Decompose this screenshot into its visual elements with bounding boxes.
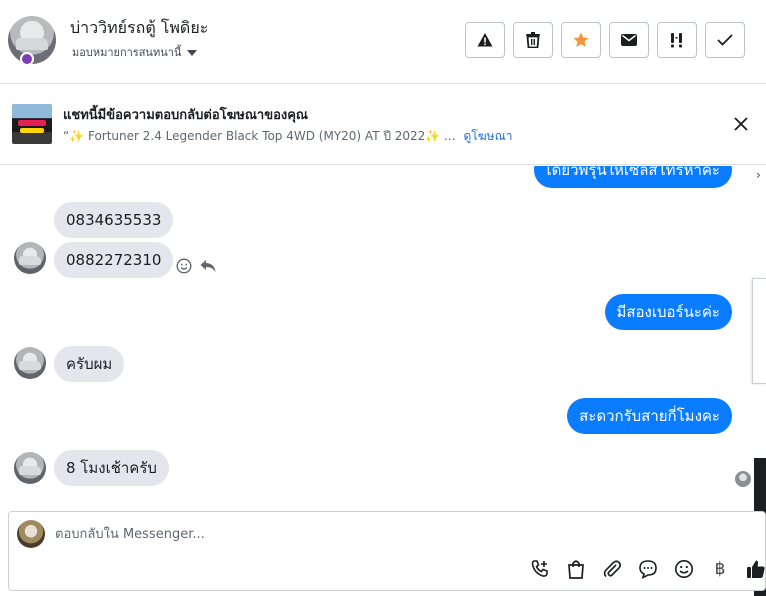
reply-input[interactable]: [55, 522, 655, 546]
conversation-header: บ่าววิทย์รถตู้ โพดิยะ มอบหมายการสนทนานี้: [0, 0, 766, 84]
star-icon: [573, 32, 589, 47]
baht-icon: ฿: [714, 559, 726, 579]
message-composer: ฿: [8, 511, 766, 591]
header-actions: [465, 22, 745, 58]
sender-avatar[interactable]: [14, 452, 46, 484]
ad-banner-title: แชทนี้มีข้อความตอบกลับต่อโฆษณาของคุณ: [63, 108, 308, 123]
ad-banner-subtitle-row: “✨ Fortuner 2.4 Legender Black Top 4WD (…: [63, 127, 512, 146]
view-ad-link[interactable]: ดูโฆษณา: [464, 127, 513, 146]
message-bubble-incoming[interactable]: 8 โมงเช้าครับ: [54, 450, 169, 486]
contact-name[interactable]: บ่าววิทย์รถตู้ โพดิยะ: [70, 17, 208, 39]
saved-reply-button[interactable]: [637, 558, 659, 580]
caret-down-icon: [187, 49, 198, 56]
reply-icon[interactable]: [200, 259, 216, 273]
side-panel-edge[interactable]: [752, 278, 766, 384]
important-icon: [671, 33, 682, 48]
chat-bubble-icon: [639, 560, 657, 579]
messenger-badge-icon: [20, 52, 34, 66]
phone-plus-icon: [531, 560, 548, 577]
seen-receipt-avatar: [735, 471, 751, 487]
message-bubble-outgoing[interactable]: มีสองเบอร์นะค่ะ: [604, 294, 732, 330]
shop-button[interactable]: [565, 558, 587, 580]
message-bubble-outgoing[interactable]: สะดวกรับสายกี่โมงคะ: [567, 398, 732, 434]
ad-reply-banner: แชทนี้มีข้อความตอบกลับต่อโฆษณาของคุณ “✨ …: [0, 85, 766, 165]
react-emoji-icon[interactable]: [176, 258, 192, 274]
star-button[interactable]: [561, 22, 601, 58]
trash-icon: [526, 32, 540, 48]
message-bubble-incoming[interactable]: 0882272310: [54, 242, 174, 278]
message-thread[interactable]: เดี๋ยวพี่รุ่นให้เซลส์โทรหาค่ะ 0834635533…: [0, 166, 766, 508]
message-bubble-outgoing[interactable]: เดี๋ยวพี่รุ่นให้เซลส์โทรหาค่ะ: [534, 166, 732, 188]
assign-conversation-dropdown[interactable]: มอบหมายการสนทนานี้: [72, 43, 198, 61]
report-spam-button[interactable]: [465, 22, 505, 58]
message-bubble-incoming[interactable]: ครับผม: [54, 346, 125, 382]
smiley-icon: [675, 560, 693, 578]
payment-button[interactable]: ฿: [709, 558, 731, 580]
sender-avatar[interactable]: [14, 347, 46, 379]
check-icon: [717, 34, 733, 46]
ad-thumbnail[interactable]: [12, 104, 52, 144]
delete-button[interactable]: [513, 22, 553, 58]
chevron-right-icon[interactable]: ›: [756, 168, 761, 182]
warning-icon: [477, 33, 493, 47]
sender-avatar[interactable]: [14, 242, 46, 274]
assign-label: มอบหมายการสนทนานี้: [72, 46, 182, 59]
like-button[interactable]: [745, 558, 766, 580]
message-hover-tools: [176, 258, 216, 274]
shopping-bag-icon: [568, 560, 584, 579]
ad-text-preview: “✨ Fortuner 2.4 Legender Black Top 4WD (…: [63, 129, 456, 143]
inbox-conversation: บ่าววิทย์รถตู้ โพดิยะ มอบหมายการสนทนานี้: [0, 0, 766, 596]
mark-unread-button[interactable]: [609, 22, 649, 58]
composer-toolbar: ฿: [529, 558, 766, 580]
paperclip-icon: [603, 560, 621, 578]
attach-button[interactable]: [601, 558, 623, 580]
mark-done-button[interactable]: [705, 22, 745, 58]
call-request-button[interactable]: [529, 558, 551, 580]
page-avatar: [17, 520, 45, 548]
message-bubble-incoming[interactable]: 0834635533: [54, 202, 174, 238]
close-icon[interactable]: [732, 115, 750, 133]
emoji-button[interactable]: [673, 558, 695, 580]
thumbs-up-icon: [747, 560, 765, 578]
envelope-icon: [621, 34, 637, 46]
follow-up-button[interactable]: [657, 22, 697, 58]
